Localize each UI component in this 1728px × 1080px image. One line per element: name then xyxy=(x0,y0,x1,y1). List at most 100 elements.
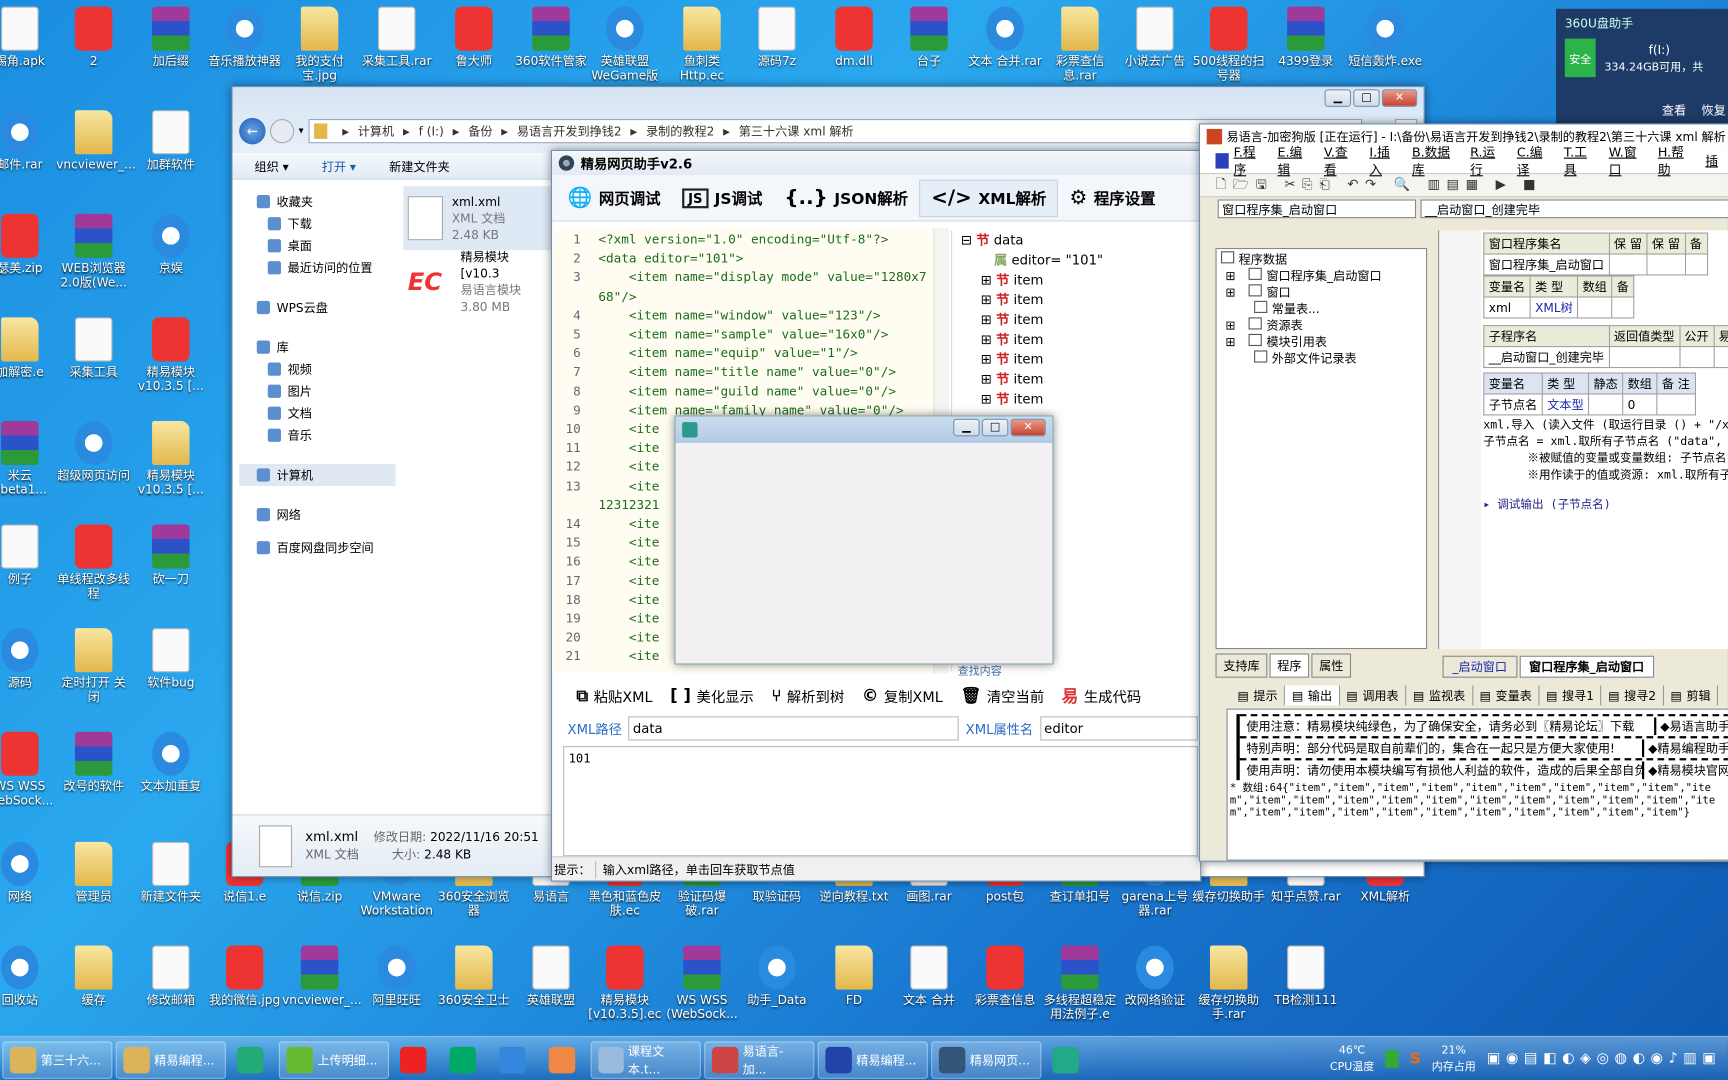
bottom-tab[interactable]: ▤ 剪辑 xyxy=(1664,685,1719,706)
taskbar-button[interactable] xyxy=(442,1041,488,1078)
menu-item[interactable]: W.窗口 xyxy=(1609,143,1645,178)
menu-item[interactable]: T.工具 xyxy=(1564,143,1596,178)
nav-item-library[interactable]: 库 xyxy=(239,336,395,358)
desktop-icon[interactable]: 采集工具.rar xyxy=(359,6,434,69)
close-button[interactable]: ✕ xyxy=(1381,89,1418,107)
copyright-button[interactable]: © 复制XML xyxy=(862,685,943,705)
breadcrumb-item[interactable]: f (I:) xyxy=(419,124,444,138)
grid-cell[interactable] xyxy=(1611,296,1635,319)
nav-item-computer[interactable]: 计算机 xyxy=(239,463,396,486)
desktop-icon[interactable]: 单线程改多线程 xyxy=(56,524,131,601)
program-tree[interactable]: 程序数据 ⊞ 窗口程序集_启动窗口 ⊞ 窗口 常量表... ⊞ 资源表 ⊞ 模块引用表 外部文件记录… xyxy=(1215,247,1428,650)
expand-icon[interactable]: ⊞ xyxy=(1225,269,1235,283)
desktop-icon[interactable]: 精易模块v10.3.5 [... xyxy=(133,317,208,393)
result-output[interactable]: 101 xyxy=(563,746,1198,857)
desktop-icon[interactable]: 米云0beta1... xyxy=(0,420,57,497)
desktop-icon[interactable]: vncviewer_... xyxy=(56,110,136,172)
desktop-icon[interactable]: 360安全卫士 xyxy=(436,945,511,1007)
desktop-icon[interactable]: 加后缀 xyxy=(133,6,208,69)
grid-cell[interactable] xyxy=(1608,253,1648,276)
desktop-icon[interactable]: 360软件管家 xyxy=(514,6,589,69)
expand-icon[interactable]: ⊞ xyxy=(1225,285,1235,299)
program-tree-item[interactable]: ⊞ 资源表 xyxy=(1221,317,1422,334)
history-dropdown-icon[interactable]: ▾ xyxy=(299,126,304,137)
taskbar-button[interactable] xyxy=(491,1041,537,1078)
output-panel[interactable]: 使用注意：精易模块纯绿色，为了确保安全，请务必到〖精易论坛〗下载 ◆易语言助手 特别… xyxy=(1226,708,1728,861)
desktop-icon[interactable]: 加群软件 xyxy=(133,110,208,172)
grid-cell[interactable]: XML树 xyxy=(1529,296,1579,319)
bottom-tab[interactable]: ▤ 监视表 xyxy=(1406,685,1473,706)
breadcrumb-separator[interactable]: ▶ xyxy=(501,126,508,136)
bottom-tab[interactable]: ▤ 搜寻1 xyxy=(1540,685,1602,706)
nav-item-desktop[interactable]: 桌面 xyxy=(239,235,395,257)
tray-icon[interactable] xyxy=(1385,1049,1399,1068)
grid-cell[interactable] xyxy=(1713,346,1728,369)
expand-icon[interactable]: ⊞ xyxy=(981,292,996,307)
tab-json[interactable]: {..} JSON解析 xyxy=(773,179,919,216)
desktop-icon[interactable]: dm.dll xyxy=(817,6,892,69)
desktop-icon[interactable]: 管理员 xyxy=(56,841,131,904)
desktop-icon[interactable]: 我的支付宝.jpg xyxy=(282,6,357,83)
desktop-icon[interactable]: 例子 xyxy=(0,524,57,586)
file-item-xml[interactable]: xml.xml XML 文档 2.48 KB xyxy=(403,186,553,251)
bottom-tab[interactable]: ▤ 搜寻2 xyxy=(1602,685,1664,706)
maximize-button[interactable]: □ xyxy=(981,418,1009,437)
grid-cell[interactable] xyxy=(1587,393,1624,416)
desktop-icon[interactable]: 软件bug xyxy=(133,628,208,690)
desktop-icon[interactable]: 改网络验证 xyxy=(1117,945,1192,1007)
tab-js[interactable]: JS JS调试 xyxy=(672,179,774,216)
expand-icon[interactable]: ⊞ xyxy=(981,391,996,406)
desktop-icon[interactable]: 台子 xyxy=(892,6,967,69)
document-tab[interactable]: _启动窗口 xyxy=(1442,655,1517,678)
desktop-icon[interactable]: 邮件.rar xyxy=(0,110,57,172)
desktop-icon[interactable]: 采集工具 xyxy=(56,317,131,379)
desktop-icon[interactable]: 彩票查信息 xyxy=(968,945,1043,1007)
expand-icon[interactable]: ⊞ xyxy=(1225,335,1235,349)
assembly-select[interactable]: 窗口程序集_启动窗口 xyxy=(1217,198,1417,218)
panel-tab[interactable]: 属性 xyxy=(1311,653,1352,678)
desktop-icon[interactable]: 彩票查信息.rar xyxy=(1042,6,1117,83)
desktop-icon[interactable]: 加解密.e xyxy=(0,317,57,379)
subroutine-select[interactable]: __启动窗口_创建完毕 xyxy=(1420,198,1728,218)
view-button[interactable]: 查看 xyxy=(1662,101,1686,119)
desktop-icon[interactable]: 缓存切换助手.rar xyxy=(1191,945,1266,1022)
grid-cell[interactable] xyxy=(1684,253,1708,276)
organize-menu[interactable]: 组织 ▾ xyxy=(255,157,289,175)
desktop-icon[interactable]: 瑟美.zip xyxy=(0,213,57,276)
grid-cell[interactable] xyxy=(1678,346,1715,369)
forward-button[interactable] xyxy=(269,119,295,144)
grid-cell[interactable]: 0 xyxy=(1622,393,1658,416)
expand-icon[interactable]: ⊞ xyxy=(981,272,996,287)
grid-cell[interactable]: xml xyxy=(1483,296,1531,319)
maximize-button[interactable]: □ xyxy=(1353,89,1380,107)
nav-item-network[interactable]: 网络 xyxy=(239,504,395,526)
bottom-tab[interactable]: ▤ 提示 xyxy=(1231,685,1286,706)
trash-button[interactable]: 🗑 清空当前 xyxy=(960,685,1044,705)
breadcrumb-separator[interactable]: ▶ xyxy=(630,126,637,136)
program-tree-item[interactable]: 程序数据 xyxy=(1221,251,1422,268)
collapse-icon[interactable]: ⊟ xyxy=(961,233,976,248)
breadcrumb-item[interactable]: 录制的教程2 xyxy=(646,122,714,140)
restore-button[interactable]: 恢复 xyxy=(1701,101,1725,119)
nav-item-download[interactable]: 下载 xyxy=(239,213,395,235)
easy-button[interactable]: 易生成代码 xyxy=(1062,684,1141,707)
nav-item-baidu[interactable]: 百度网盘同步空间 xyxy=(239,537,395,559)
desktop-icon[interactable]: 源码 xyxy=(0,628,57,690)
grid-cell[interactable]: __启动窗口_创建完毕 xyxy=(1483,346,1610,369)
expand-icon[interactable]: ⊞ xyxy=(981,371,996,386)
taskbar-button[interactable] xyxy=(1045,1041,1091,1078)
desktop-icon[interactable]: 回收站 xyxy=(0,945,57,1007)
desktop-icon[interactable]: 鲁大师 xyxy=(436,6,511,69)
desktop-icon[interactable]: 阿里旺旺 xyxy=(359,945,434,1007)
nav-item-music[interactable]: 音乐 xyxy=(239,424,395,446)
taskbar-button[interactable]: 上传明细... xyxy=(278,1041,390,1079)
desktop-icon[interactable]: WS WSS WebSock... xyxy=(0,731,57,808)
tray-icons[interactable]: ▣◉▤◧◐◈◎◍◐◉♪▥▣ xyxy=(1487,1050,1721,1067)
open-menu[interactable]: 打开 ▾ xyxy=(322,157,356,175)
desktop-icon[interactable]: 4399登录 xyxy=(1268,6,1343,69)
breadcrumb-separator[interactable]: ▶ xyxy=(723,126,730,136)
desktop-icon[interactable]: 文本 合并 xyxy=(892,945,967,1007)
desktop-icon[interactable]: 小说去广告 xyxy=(1117,6,1192,69)
grid-cell[interactable] xyxy=(1646,253,1686,276)
breadcrumb-item[interactable]: 第三十六课 xml 解析 xyxy=(739,122,854,140)
